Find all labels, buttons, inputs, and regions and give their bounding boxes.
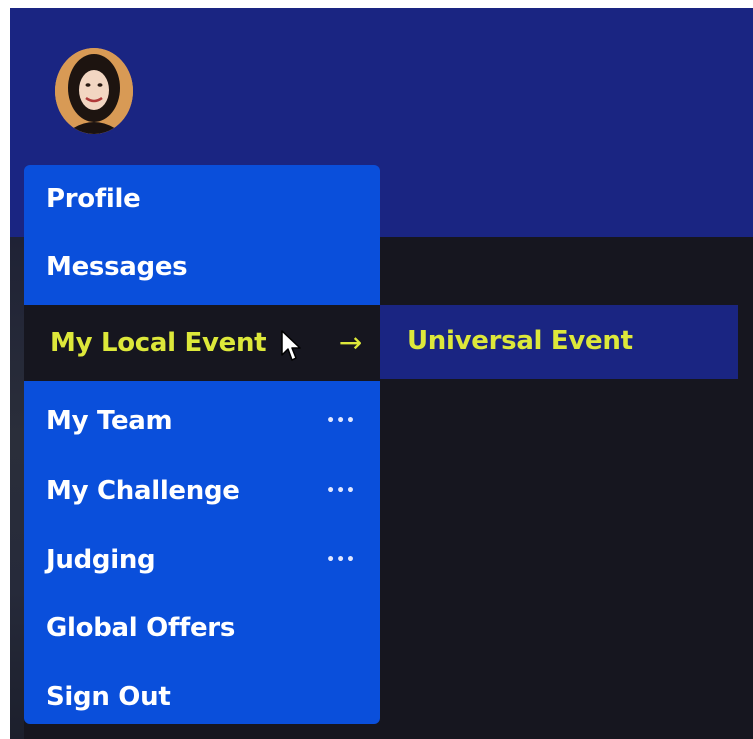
- arrow-right-icon: →: [338, 326, 362, 359]
- menu-item-label: My Team: [46, 406, 173, 436]
- menu-item-label: Messages: [46, 252, 188, 282]
- menu-item-label: Global Offers: [46, 613, 235, 643]
- menu-item-my-team[interactable]: My Team •••: [24, 387, 380, 455]
- avatar-photo-icon: [55, 48, 133, 134]
- menu-item-judging[interactable]: Judging •••: [24, 526, 380, 594]
- mouse-cursor-icon: [281, 330, 301, 361]
- app-frame: Profile Messages My Local Event → My Tea…: [10, 8, 753, 739]
- menu-item-sign-out[interactable]: Sign Out: [24, 663, 380, 724]
- menu-item-label: Judging: [46, 545, 156, 575]
- menu-item-my-challenge[interactable]: My Challenge •••: [24, 457, 380, 525]
- menu-item-label: Sign Out: [46, 682, 171, 712]
- user-dropdown-menu: Profile Messages My Local Event → My Tea…: [24, 165, 380, 724]
- menu-item-profile[interactable]: Profile: [24, 165, 380, 233]
- more-options-icon[interactable]: •••: [326, 526, 356, 594]
- menu-item-label: My Challenge: [46, 476, 240, 506]
- menu-item-messages[interactable]: Messages: [24, 233, 380, 301]
- menu-item-global-offers[interactable]: Global Offers: [24, 594, 380, 662]
- menu-item-label: My Local Event: [50, 328, 267, 358]
- more-options-icon[interactable]: •••: [326, 457, 356, 525]
- submenu-item-label: Universal Event: [407, 326, 633, 356]
- local-event-submenu: Universal Event: [380, 305, 738, 379]
- menu-item-label: Profile: [46, 184, 141, 214]
- more-options-icon[interactable]: •••: [326, 387, 356, 455]
- menu-item-my-local-event[interactable]: My Local Event →: [24, 305, 380, 381]
- background-image-strip: [10, 237, 24, 739]
- submenu-item-universal-event[interactable]: Universal Event: [380, 305, 738, 379]
- user-avatar[interactable]: [55, 48, 133, 134]
